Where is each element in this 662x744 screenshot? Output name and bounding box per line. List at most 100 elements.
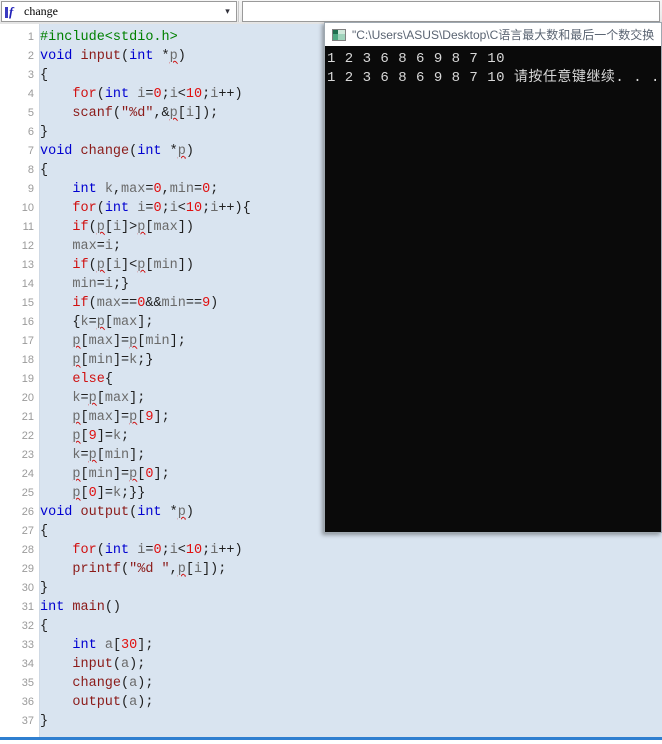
code-line[interactable]: { [40,66,48,85]
line-number: 34 [21,658,34,670]
code-line[interactable]: k=p[max]; [40,389,145,408]
code-token: [ [104,258,113,273]
line-number: 35 [21,677,34,689]
code-token: 0 [153,543,162,558]
code-token: int [129,49,154,64]
code-token: [ [104,315,113,330]
code-line[interactable]: } [40,123,48,142]
code-token: p [72,467,81,482]
code-line[interactable]: void change(int *p) [40,142,194,161]
code-token: int [72,638,97,653]
code-line[interactable]: printf("%d ",p[i]); [40,560,226,579]
code-token: ]= [112,334,130,349]
code-token: p [169,106,178,121]
code-token: , [161,182,170,197]
line-number: 17 [21,335,34,347]
console-title-text: "C:\Users\ASUS\Desktop\C语言最大数和最后一个数交换 [352,28,655,42]
code-token: p [72,486,81,501]
code-line[interactable]: p[min]=p[0]; [40,465,169,484]
line-number: 36 [21,696,34,708]
code-token: < [177,543,186,558]
code-line[interactable]: if(p[i]>p[max]) [40,218,194,237]
code-token: ++) [218,87,243,102]
code-token: ]= [112,410,130,425]
code-token: p [72,334,81,349]
code-line[interactable]: #include<stdio.h> [40,28,178,47]
code-token: ); [137,695,154,710]
code-line[interactable]: p[max]=p[9]; [40,408,169,427]
console-window[interactable]: "C:\Users\ASUS\Desktop\C语言最大数和最后一个数交换 1 … [324,22,662,533]
code-line[interactable]: output(a); [40,693,153,712]
code-line[interactable]: p[min]=k;} [40,351,153,370]
code-line[interactable]: int a[30]; [40,636,153,655]
code-line[interactable]: scanf("%d",&p[i]); [40,104,218,123]
code-token: ;}} [121,486,146,501]
code-token: max [88,334,113,349]
code-line[interactable]: min=i;} [40,275,129,294]
code-line[interactable]: input(a); [40,655,145,674]
code-line[interactable]: else{ [40,370,113,389]
line-number: 4 [27,88,34,100]
code-token: = [80,448,89,463]
code-token: ( [112,106,122,121]
code-token: int [104,201,130,216]
code-line[interactable]: for(int i=0;i<10;i++) [40,541,242,560]
code-line[interactable]: { [40,522,48,541]
code-token: i [104,239,113,254]
chevron-down-icon[interactable]: ▾ [219,2,236,21]
code-token: == [185,296,203,311]
code-line[interactable]: {k=p[max]; [40,313,153,332]
code-line[interactable]: int k,max=0,min=0; [40,180,218,199]
line-number: 6 [27,126,34,138]
code-token: void [40,49,73,64]
code-line[interactable]: } [40,712,48,731]
code-token: int [104,87,130,102]
code-line[interactable]: p[max]=p[min]; [40,332,185,351]
code-line[interactable]: if(p[i]<p[min]) [40,256,194,275]
code-line[interactable]: { [40,161,48,180]
console-title-bar[interactable]: "C:\Users\ASUS\Desktop\C语言最大数和最后一个数交换 [325,23,661,46]
line-number: 19 [21,373,34,385]
code-line[interactable]: change(a); [40,674,153,693]
code-token: [ [80,467,89,482]
code-token: k [72,448,81,463]
code-token: 30 [121,638,138,653]
code-line[interactable]: for(int i=0;i<10;i++){ [40,199,250,218]
code-line[interactable]: p[0]=k;}} [40,484,145,503]
code-line[interactable]: for(int i=0;i<10;i++) [40,85,243,104]
code-line[interactable]: if(max==0&&min==9) [40,294,218,313]
code-line[interactable]: void output(int *p) [40,503,194,522]
code-line[interactable]: { [40,617,48,636]
code-token: max [112,315,138,330]
code-line[interactable]: k=p[min]; [40,446,145,465]
code-line[interactable]: max=i; [40,237,121,256]
member-dropdown[interactable]: f change ▾ [1,1,237,22]
code-token: ; [202,87,211,102]
code-token: p [169,49,178,64]
code-line[interactable]: void input(int *p) [40,47,186,66]
code-token: = [194,182,203,197]
code-token: k [112,486,122,501]
line-number: 28 [21,544,34,556]
line-number: 10 [21,202,34,214]
code-token: [ [185,562,194,577]
code-token: ( [121,562,130,577]
code-line[interactable]: int main() [40,598,121,617]
line-number: 12 [21,240,34,252]
code-token: void [40,144,73,159]
code-token: } [40,581,49,596]
secondary-dropdown[interactable] [242,1,660,22]
code-token: ]= [96,486,113,501]
code-token: ; [210,182,219,197]
code-token: ) [185,144,194,159]
code-line[interactable]: p[9]=k; [40,427,129,446]
code-token: printf [72,562,122,577]
code-token: min [153,258,178,273]
code-line[interactable]: } [40,579,48,598]
